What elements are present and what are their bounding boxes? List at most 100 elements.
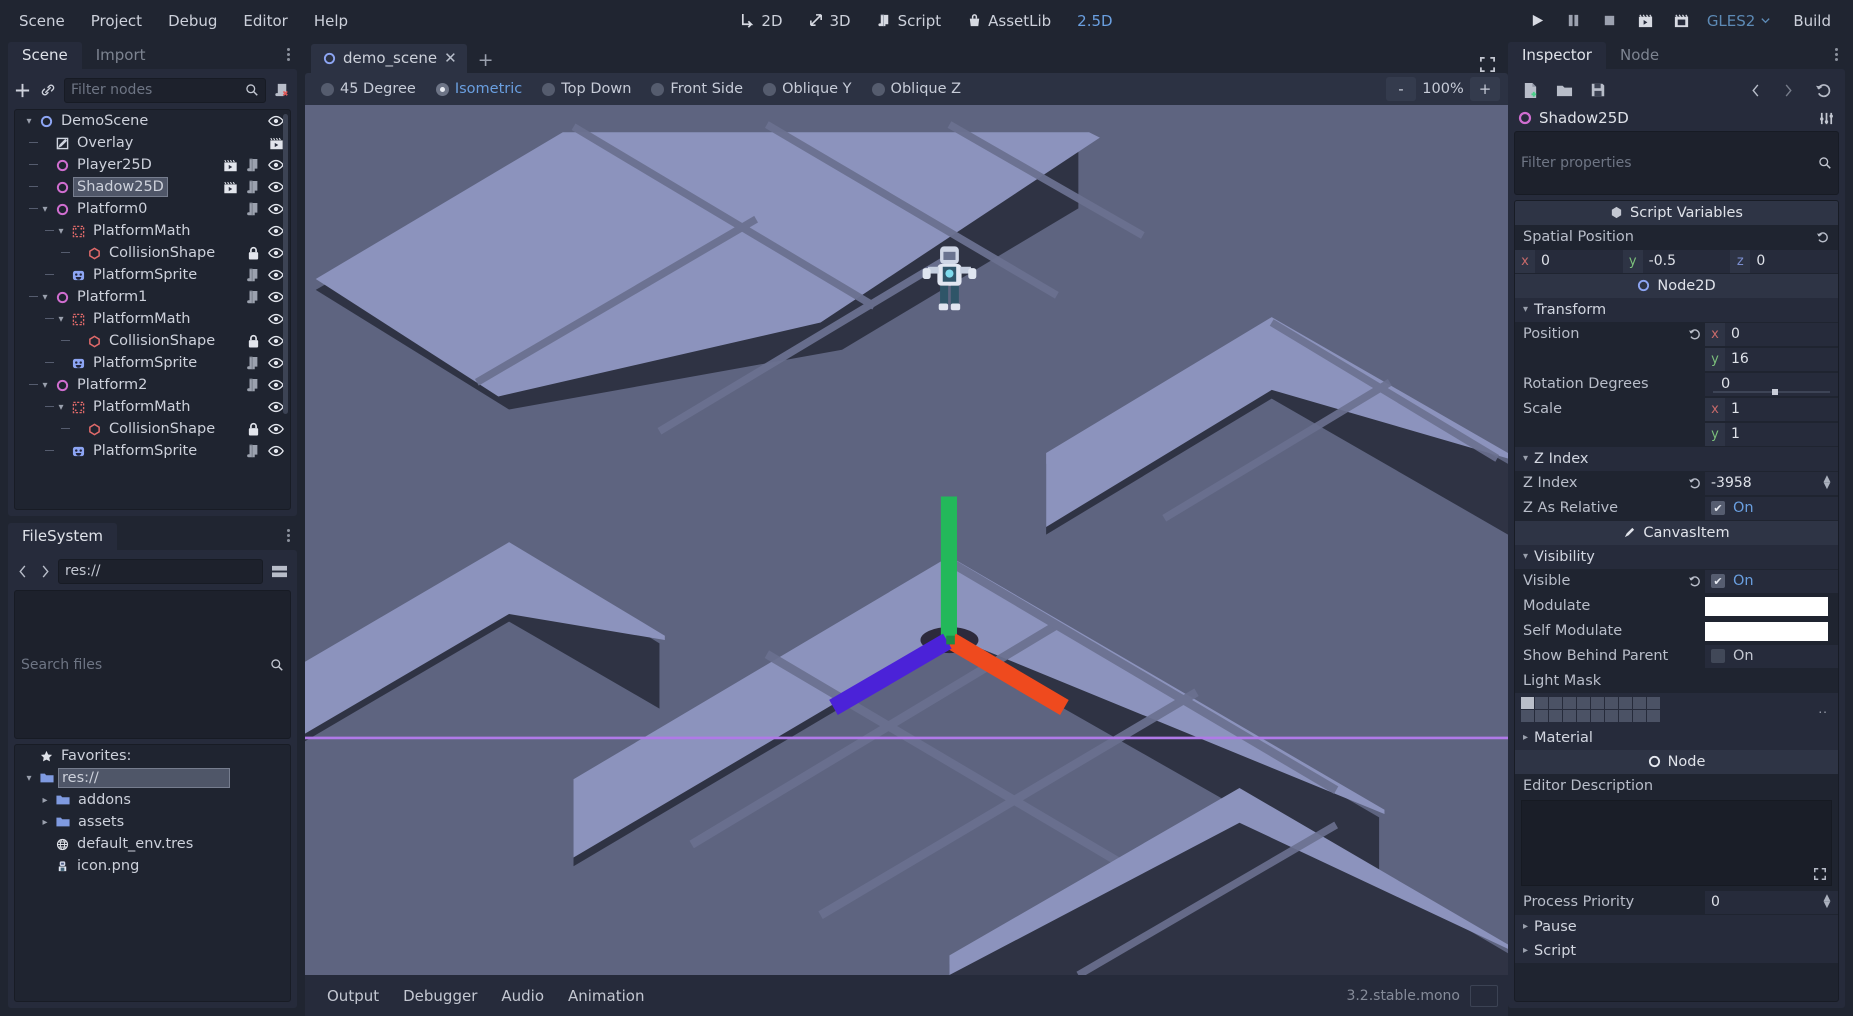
light-mask-cell[interactable]: [1549, 697, 1562, 709]
light-mask-cell[interactable]: [1591, 697, 1604, 709]
z-index-stepper[interactable]: ▲▼: [1822, 472, 1838, 495]
tab-assetlib[interactable]: AssetLib: [957, 8, 1061, 34]
show-behind-parent-checkbox-cell[interactable]: On: [1705, 645, 1838, 668]
bottom-panel-resize-handle[interactable]: [1470, 985, 1498, 1007]
open-script-icon[interactable]: [246, 356, 260, 371]
modulate-color-swatch[interactable]: [1705, 597, 1828, 616]
revert-icon[interactable]: [1685, 327, 1705, 341]
tab-import[interactable]: Import: [82, 42, 160, 69]
history-next-icon[interactable]: [1779, 78, 1797, 102]
filesystem-row[interactable]: ▾ Favorites:: [15, 745, 290, 767]
visible-cell[interactable]: ✔ On: [1705, 570, 1838, 593]
scene-tree-scrollbar[interactable]: [283, 114, 288, 414]
search-files-input[interactable]: [14, 590, 291, 739]
z-index-field[interactable]: -3958: [1705, 472, 1822, 495]
filter-nodes-input[interactable]: [64, 78, 266, 103]
projection-oblique-y[interactable]: Oblique Y: [755, 78, 859, 100]
projection-45-degree[interactable]: 45 Degree: [313, 78, 424, 100]
open-script-icon[interactable]: [246, 378, 260, 393]
scene-tree-row[interactable]: ▾ Overlay: [15, 132, 290, 154]
visibility-toggle-icon[interactable]: [268, 114, 284, 128]
toggle-split-mode-icon[interactable]: [267, 559, 291, 583]
scene-tree-row[interactable]: ▾ DemoScene: [15, 110, 290, 132]
chevron-right-icon[interactable]: ▸: [39, 816, 51, 828]
light-mask-cell[interactable]: [1647, 697, 1660, 709]
process-priority-stepper[interactable]: ▲▼: [1822, 891, 1838, 914]
tab-25d[interactable]: 2.5D: [1067, 8, 1122, 34]
section-transform[interactable]: ▾ Transform: [1515, 298, 1838, 322]
chevron-down-icon[interactable]: ▾: [55, 401, 67, 413]
visibility-toggle-icon[interactable]: [268, 290, 284, 304]
menu-debug[interactable]: Debug: [155, 8, 230, 34]
inspector-dock-menu-icon[interactable]: [1829, 45, 1843, 63]
animation-player-icon[interactable]: [269, 136, 284, 151]
filesystem-row[interactable]: ▾ res://: [15, 767, 290, 789]
scene-tree-row[interactable]: ▾ Platform1: [15, 286, 290, 308]
revert-icon[interactable]: [1685, 574, 1705, 588]
scale-x-cell[interactable]: x 1: [1705, 398, 1838, 421]
tab-script[interactable]: Script: [867, 8, 952, 34]
visibility-toggle-icon[interactable]: [268, 202, 284, 216]
animation-player-icon[interactable]: [223, 180, 238, 195]
spatial-position-z-field[interactable]: 0: [1750, 250, 1838, 273]
visibility-toggle-icon[interactable]: [268, 224, 284, 238]
menu-project[interactable]: Project: [78, 8, 155, 34]
menu-scene[interactable]: Scene: [6, 8, 78, 34]
filter-nodes-field[interactable]: [71, 82, 245, 98]
tab-inspector[interactable]: Inspector: [1508, 42, 1606, 69]
projection-oblique-z[interactable]: Oblique Z: [864, 78, 970, 100]
expand-viewport-icon[interactable]: [1479, 56, 1508, 73]
z-as-relative-checkbox-cell[interactable]: ✔ On: [1705, 497, 1838, 520]
scale-x-field[interactable]: 1: [1725, 398, 1838, 421]
2d-viewport-canvas[interactable]: [305, 105, 1508, 975]
light-mask-cell[interactable]: [1619, 710, 1632, 722]
scene-tree-row[interactable]: ▾ PlatformMath: [15, 308, 290, 330]
light-mask-cell[interactable]: [1605, 697, 1618, 709]
visibility-toggle-icon[interactable]: [268, 400, 284, 414]
filesystem-path-input[interactable]: [58, 559, 263, 584]
show-behind-parent-cell[interactable]: On: [1705, 645, 1838, 668]
rotation-degrees-slider[interactable]: 0: [1705, 373, 1838, 396]
open-script-icon[interactable]: [246, 290, 260, 305]
light-mask-cell[interactable]: [1535, 697, 1548, 709]
zoom-out-button[interactable]: -: [1386, 77, 1416, 101]
process-priority-cell[interactable]: 0 ▲▼: [1705, 891, 1838, 914]
scene-tree-row[interactable]: ▾ PlatformSprite: [15, 440, 290, 462]
chevron-down-icon[interactable]: ▾: [55, 225, 67, 237]
revert-icon[interactable]: [1816, 230, 1830, 244]
remove-script-icon[interactable]: [274, 78, 291, 102]
revert-icon[interactable]: [1685, 476, 1705, 490]
scene-tree-row[interactable]: ▾ PlatformMath: [15, 220, 290, 242]
zoom-in-button[interactable]: +: [1470, 77, 1500, 101]
lock-icon[interactable]: [247, 422, 260, 437]
light-mask-cell[interactable]: [1549, 710, 1562, 722]
light-mask-cell[interactable]: [1633, 697, 1646, 709]
scene-tab-demo-scene[interactable]: demo_scene ✕: [311, 44, 467, 73]
z-index-cell[interactable]: -3958 ▲▼: [1705, 472, 1838, 495]
checkbox-icon[interactable]: ✔: [1711, 501, 1725, 515]
play-custom-scene-icon[interactable]: [1671, 10, 1693, 32]
menu-editor[interactable]: Editor: [230, 8, 300, 34]
rotation-degrees-cell[interactable]: 0: [1705, 373, 1838, 396]
visibility-toggle-icon[interactable]: [268, 334, 284, 348]
filesystem-row[interactable]: ▾ default_env.tres: [15, 833, 290, 855]
light-mask-more-button[interactable]: ..: [1818, 702, 1832, 716]
menu-help[interactable]: Help: [301, 8, 361, 34]
instance-scene-icon[interactable]: [39, 78, 56, 102]
tab-3d[interactable]: 3D: [799, 8, 861, 34]
visibility-toggle-icon[interactable]: [268, 268, 284, 282]
chevron-down-icon[interactable]: ▾: [23, 772, 35, 784]
object-options-icon[interactable]: [1818, 110, 1835, 127]
scene-tree-row[interactable]: ▾ Platform2: [15, 374, 290, 396]
modulate-cell[interactable]: [1705, 597, 1838, 616]
checkbox-icon[interactable]: ✔: [1711, 574, 1725, 588]
open-script-icon[interactable]: [246, 444, 260, 459]
spatial-position-y-field[interactable]: -0.5: [1643, 250, 1731, 273]
visibility-toggle-icon[interactable]: [268, 180, 284, 194]
scene-tree-row[interactable]: ▾ Platform0: [15, 198, 290, 220]
chevron-down-icon[interactable]: ▾: [39, 379, 51, 391]
visibility-toggle-icon[interactable]: [268, 312, 284, 326]
chevron-down-icon[interactable]: ▾: [39, 291, 51, 303]
renderer-selector[interactable]: GLES2: [1707, 12, 1772, 30]
add-node-icon[interactable]: [14, 78, 31, 102]
